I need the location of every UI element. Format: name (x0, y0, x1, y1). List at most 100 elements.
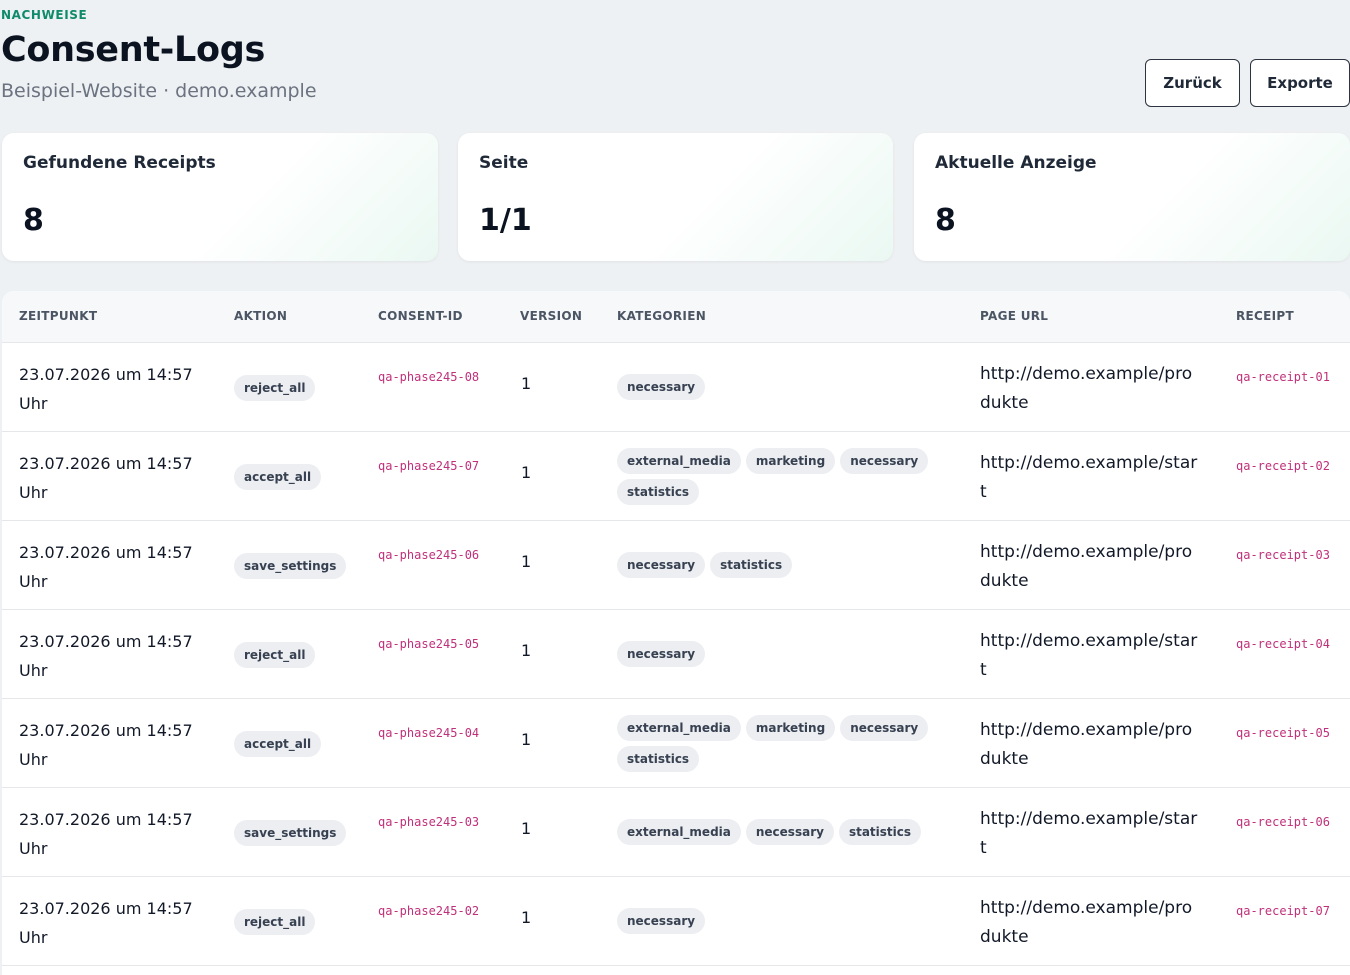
category-pill: marketing (745, 715, 836, 741)
time-cell: 23.07.2026 um 14:57 Uhr (19, 632, 193, 680)
categories-cell: external_media necessary statistics (617, 819, 937, 850)
category-pill: statistics (617, 479, 700, 505)
category-pill: external_media (617, 715, 741, 741)
column-header-version: VERSION (520, 309, 583, 323)
version-cell: 1 (521, 552, 532, 571)
version-cell: 1 (521, 374, 532, 393)
page-subtitle: Beispiel-Website · demo.example (1, 80, 317, 102)
category-pill: necessary (617, 374, 706, 400)
stat-card-page: Seite 1/1 (458, 133, 893, 261)
column-header-time: ZEITPUNKT (19, 309, 98, 323)
category-pill: necessary (840, 448, 929, 474)
time-cell: 23.07.2026 um 14:57 Uhr (19, 721, 193, 769)
page-title: Consent-Logs (1, 30, 266, 70)
page-url-cell: http://demo.example/produkte (980, 720, 1193, 769)
action-cell: save_settings (234, 553, 347, 579)
time-cell: 23.07.2026 um 14:57 Uhr (19, 899, 193, 947)
page-eyebrow: NACHWEISE (1, 8, 88, 22)
page-url-cell: http://demo.example/start (980, 631, 1198, 680)
categories-cell: necessary (617, 641, 937, 672)
page-header: NACHWEISE Consent-Logs Beispiel-Website … (0, 0, 1350, 120)
consent-id-cell: qa-phase245-06 (378, 548, 480, 562)
consent-id-cell: qa-phase245-05 (378, 637, 480, 651)
category-pill: statistics (617, 746, 700, 772)
receipt-cell: qa-receipt-02 (1236, 459, 1330, 473)
category-pill: external_media (617, 819, 741, 845)
table-row: 23.07.2026 um 14:57 Uhr accept_all qa-phas… (2, 699, 1350, 788)
page-url-cell: http://demo.example/start (980, 809, 1198, 858)
category-pill: necessary (617, 908, 706, 934)
column-header-consent-id: CONSENT-ID (378, 309, 463, 323)
page-url-cell: http://demo.example/produkte (980, 364, 1193, 413)
action-badge: save_settings (234, 553, 347, 579)
stat-card-receipts: Gefundene Receipts 8 (2, 133, 438, 261)
receipt-cell: qa-receipt-01 (1236, 370, 1330, 384)
category-pill: statistics (838, 819, 922, 845)
version-cell: 1 (521, 641, 532, 660)
stat-value: 8 (23, 203, 44, 238)
consent-id-cell: qa-phase245-04 (378, 726, 480, 740)
stat-label: Seite (479, 153, 529, 173)
action-cell: save_settings (234, 820, 347, 846)
action-cell: reject_all (234, 909, 316, 935)
consent-id-cell: qa-phase245-08 (378, 370, 480, 384)
table-header: ZEITPUNKT AKTION CONSENT-ID VERSION KATE… (2, 291, 1350, 343)
action-badge: reject_all (234, 642, 316, 668)
action-badge: save_settings (234, 820, 347, 846)
page-url-cell: http://demo.example/produkte (980, 542, 1193, 591)
receipt-cell: qa-receipt-04 (1236, 637, 1330, 651)
back-button[interactable]: Zurück (1145, 59, 1240, 107)
categories-cell: necessary (617, 908, 937, 939)
column-header-categories: KATEGORIEN (617, 309, 707, 323)
time-cell: 23.07.2026 um 14:57 Uhr (19, 454, 193, 502)
receipt-cell: qa-receipt-03 (1236, 548, 1330, 562)
action-badge: reject_all (234, 909, 316, 935)
stat-value: 1/1 (479, 203, 532, 238)
consent-id-cell: qa-phase245-02 (378, 904, 480, 918)
action-cell: reject_all (234, 375, 316, 401)
time-cell: 23.07.2026 um 14:57 Uhr (19, 543, 193, 591)
categories-cell: external_media marketing necessary statisti… (617, 715, 937, 777)
consent-log-table: ZEITPUNKT AKTION CONSENT-ID VERSION KATE… (2, 291, 1350, 975)
category-pill: necessary (617, 641, 706, 667)
table-row: 23.07.2026 um 14:57 Uhr save_settings qa-p… (2, 521, 1350, 610)
stat-card-current-display: Aktuelle Anzeige 8 (914, 133, 1350, 261)
stat-label: Aktuelle Anzeige (935, 153, 1097, 173)
table-row: 23.07.2026 um 14:57 Uhr accept_all qa-phas… (2, 432, 1350, 521)
stat-label: Gefundene Receipts (23, 153, 216, 173)
consent-id-cell: qa-phase245-03 (378, 815, 480, 829)
action-cell: reject_all (234, 642, 316, 668)
export-button[interactable]: Exporte (1250, 59, 1350, 107)
category-pill: necessary (745, 819, 834, 845)
action-badge: reject_all (234, 375, 316, 401)
column-header-page-url: PAGE URL (980, 309, 1049, 323)
version-cell: 1 (521, 908, 532, 927)
action-badge: accept_all (234, 464, 322, 490)
action-badge: accept_all (234, 731, 322, 757)
version-cell: 1 (521, 730, 532, 749)
category-pill: marketing (745, 448, 836, 474)
stat-value: 8 (935, 203, 956, 238)
categories-cell: external_media marketing necessary statisti… (617, 448, 937, 510)
categories-cell: necessary statistics (617, 552, 937, 583)
version-cell: 1 (521, 819, 532, 838)
version-cell: 1 (521, 463, 532, 482)
action-cell: accept_all (234, 464, 322, 490)
page-url-cell: http://demo.example/start (980, 453, 1198, 502)
receipt-cell: qa-receipt-07 (1236, 904, 1330, 918)
receipt-cell: qa-receipt-05 (1236, 726, 1330, 740)
column-header-action: AKTION (234, 309, 288, 323)
time-cell: 23.07.2026 um 14:57 Uhr (19, 810, 193, 858)
category-pill: necessary (617, 552, 706, 578)
receipt-cell: qa-receipt-06 (1236, 815, 1330, 829)
table-row: 23.07.2026 um 14:57 Uhr save_settings qa-p… (2, 788, 1350, 877)
action-cell: accept_all (234, 731, 322, 757)
time-cell: 23.07.2026 um 14:57 Uhr (19, 365, 193, 413)
page-url-cell: http://demo.example/produkte (980, 898, 1193, 947)
categories-cell: necessary (617, 374, 937, 405)
consent-id-cell: qa-phase245-07 (378, 459, 480, 473)
table-row: 23.07.2026 um 14:57 Uhr reject_all qa-phas… (2, 610, 1350, 699)
table-row: 23.07.2026 um 14:57 Uhr reject_all qa-phas… (2, 343, 1350, 432)
column-header-receipt: RECEIPT (1236, 309, 1294, 323)
category-pill: statistics (710, 552, 793, 578)
